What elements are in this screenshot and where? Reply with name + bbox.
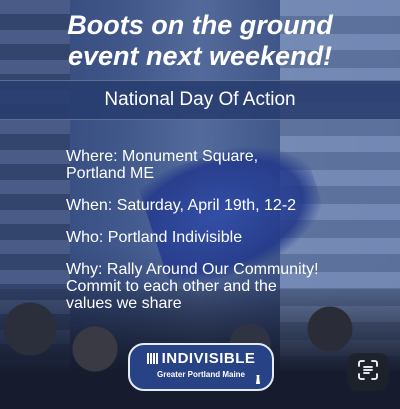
- event-poster: Boots on the ground event next weekend! …: [0, 0, 400, 409]
- who-text: Who: Portland Indivisible: [66, 229, 243, 246]
- why-text: Why: Rally Around Our Community! Commit …: [66, 261, 319, 312]
- where-text: Where: Monument Square, Portland ME: [66, 148, 259, 182]
- banner-title: National Day Of Action: [104, 89, 296, 110]
- text-scan-button[interactable]: [347, 353, 389, 391]
- headline: Boots on the ground event next weekend!: [0, 10, 400, 72]
- indivisible-logo: INDIVISIBLE Greater Portland Maine: [128, 343, 274, 391]
- headline-line-2: event next weekend!: [67, 41, 333, 71]
- event-details: Where: Monument Square, Portland ME When…: [66, 148, 386, 327]
- indivisible-mark-icon: [146, 353, 159, 364]
- logo-name: INDIVISIBLE: [161, 350, 256, 367]
- lighthouse-icon: [254, 375, 262, 387]
- when-text: When: Saturday, April 19th, 12-2: [66, 197, 297, 214]
- logo-title: INDIVISIBLE: [130, 350, 272, 367]
- banner: National Day Of Action: [0, 80, 400, 120]
- text-scan-icon: [357, 359, 379, 386]
- headline-line-1: Boots on the ground: [67, 10, 333, 40]
- logo-subtitle: Greater Portland Maine: [156, 370, 246, 379]
